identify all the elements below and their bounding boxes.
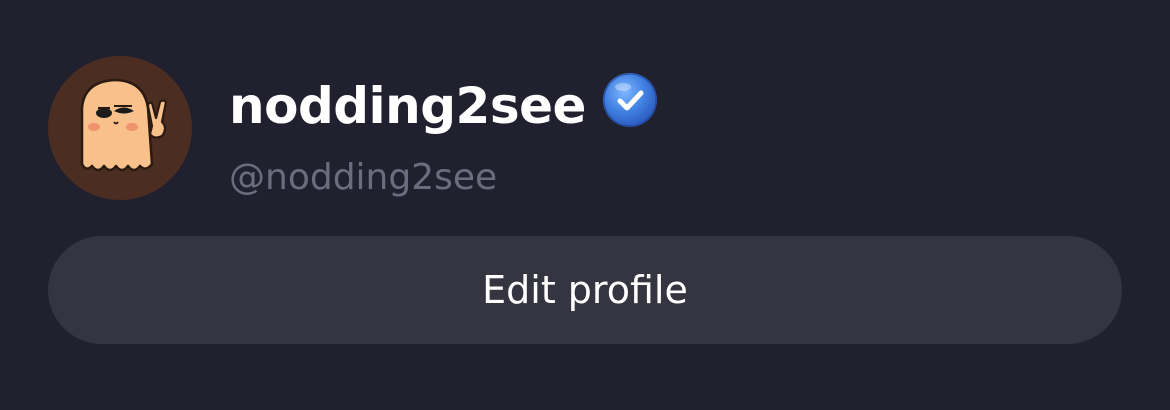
profile-header: nodding2see @nodding2see Edit profile <box>0 0 1170 410</box>
edit-profile-button[interactable]: Edit profile <box>48 236 1122 344</box>
username-handle: @nodding2see <box>229 157 498 198</box>
verified-badge-icon <box>602 72 658 128</box>
display-name: nodding2see <box>229 77 586 135</box>
edit-profile-label: Edit profile <box>482 268 688 312</box>
avatar[interactable] <box>48 56 192 200</box>
display-name-row: nodding2see <box>229 66 658 146</box>
ghost-avatar-icon <box>48 56 192 200</box>
